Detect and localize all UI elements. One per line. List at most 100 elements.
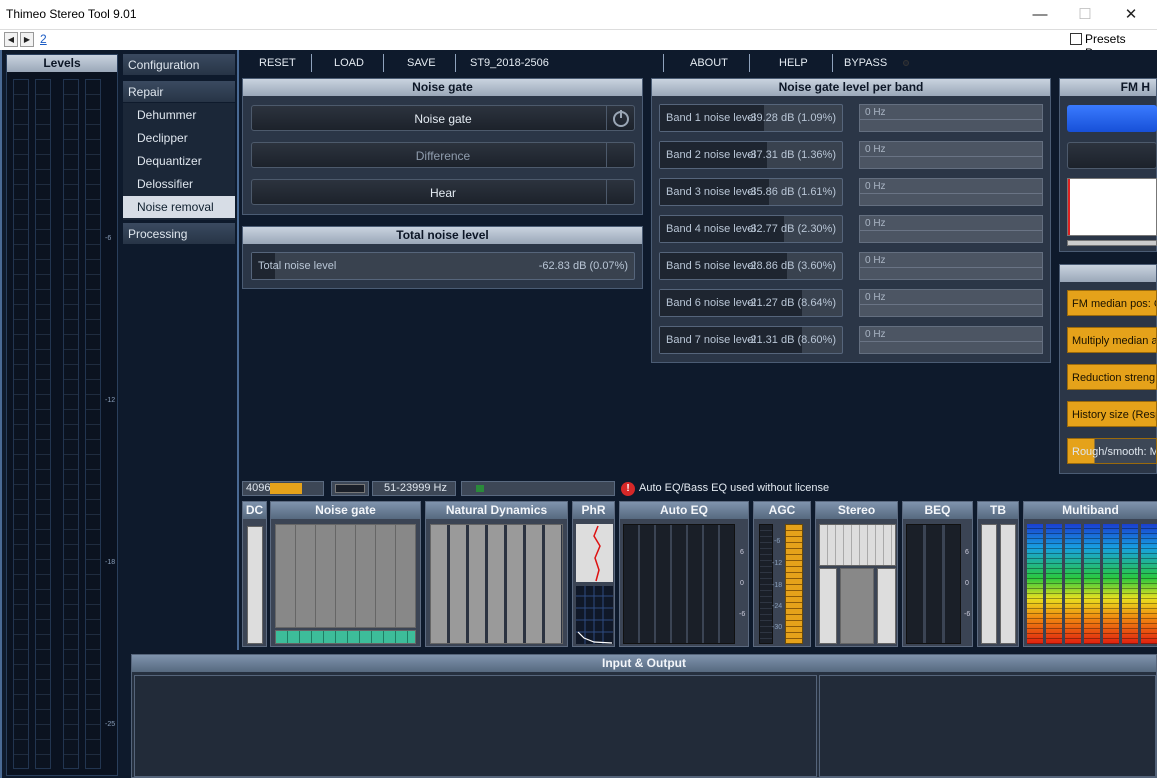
- sidebar-item-declipper[interactable]: Declipper: [123, 127, 235, 149]
- fm-median-pos-button[interactable]: FM median pos: C: [1067, 290, 1157, 316]
- band-frequency-field[interactable]: 0 Hz: [859, 326, 1043, 354]
- history-size-button[interactable]: History size (Resp: [1067, 401, 1157, 427]
- block-size-value: 4096: [246, 482, 271, 494]
- reset-button[interactable]: RESET: [259, 54, 296, 72]
- level-meter: [85, 79, 101, 769]
- agc-scale-label: -30: [772, 624, 783, 631]
- module-title: Noise gate: [271, 502, 420, 519]
- module-multiband[interactable]: Multiband: [1023, 501, 1157, 647]
- level-scale-label: -6: [105, 235, 112, 242]
- maximize-button[interactable]: ☐: [1062, 0, 1108, 30]
- phase-rotator-graph: [576, 524, 613, 644]
- band-frequency-field[interactable]: 0 Hz: [859, 141, 1043, 169]
- module-noise-gate[interactable]: Noise gate: [270, 501, 421, 647]
- level-scale-label: -18: [105, 559, 116, 566]
- multiply-median-button[interactable]: Multiply median a: [1067, 327, 1157, 353]
- band-hz: 0 Hz: [865, 292, 886, 303]
- eq-scale-label: -6: [739, 611, 746, 618]
- window-title: Thimeo Stereo Tool 9.01: [6, 7, 137, 21]
- power-icon[interactable]: [606, 106, 634, 130]
- band-noise-slider[interactable]: Band 1 noise level -39.28 dB (1.09%): [659, 104, 843, 132]
- module-beq[interactable]: BEQ 6 0 -6: [902, 501, 973, 647]
- save-button[interactable]: SAVE: [407, 54, 436, 72]
- forward-arrow-icon[interactable]: ▶: [20, 32, 34, 47]
- level-meter: [63, 79, 79, 769]
- levels-panel: Levels -6 -12 -18 -25: [6, 54, 118, 776]
- eq-scale-label: 0: [740, 580, 744, 587]
- level-scale-label: -25: [105, 721, 116, 728]
- fm-dark-button[interactable]: [1067, 142, 1157, 169]
- band-label: Band 5 noise level: [666, 260, 756, 272]
- fm-panel-title: FM H: [1060, 79, 1156, 96]
- band-noise-slider[interactable]: Band 2 noise level -37.31 dB (1.36%): [659, 141, 843, 169]
- load-button[interactable]: LOAD: [334, 54, 364, 72]
- band-noise-slider[interactable]: Band 3 noise level -35.86 dB (1.61%): [659, 178, 843, 206]
- sidebar-item-dequantizer[interactable]: Dequantizer: [123, 150, 235, 172]
- eq-scale-label: -6: [964, 611, 971, 618]
- difference-button[interactable]: Difference: [251, 142, 635, 168]
- band-label: Band 4 noise level: [666, 223, 756, 235]
- band-value: -28.86 dB (3.60%): [746, 260, 836, 272]
- module-title: PhR: [573, 502, 614, 519]
- help-button[interactable]: HELP: [779, 54, 808, 72]
- page-link[interactable]: 2: [40, 32, 47, 46]
- preset-name[interactable]: ST9_2018-2506: [470, 54, 549, 72]
- sidebar-item-configuration[interactable]: Configuration: [123, 54, 235, 76]
- sidebar-item-repair[interactable]: Repair: [123, 81, 235, 103]
- module-tb[interactable]: TB: [977, 501, 1019, 647]
- total-noise-title: Total noise level: [243, 227, 642, 244]
- close-button[interactable]: ✕: [1108, 0, 1154, 30]
- sidebar-item-noise-removal[interactable]: Noise removal: [123, 196, 235, 218]
- about-button[interactable]: ABOUT: [690, 54, 728, 72]
- module-phr[interactable]: PhR: [572, 501, 615, 647]
- reduction-strength-button[interactable]: Reduction streng: [1067, 364, 1157, 390]
- band-frequency-field[interactable]: 0 Hz: [859, 252, 1043, 280]
- band-label: Band 6 noise level: [666, 297, 756, 309]
- band-hz: 0 Hz: [865, 181, 886, 192]
- noise-gate-title: Noise gate: [243, 79, 642, 96]
- module-auto-eq[interactable]: Auto EQ 6 0 -6: [619, 501, 749, 647]
- eq-scale-label: 6: [965, 549, 969, 556]
- band-label: Band 1 noise level: [666, 112, 756, 124]
- module-natural-dynamics[interactable]: Natural Dynamics: [425, 501, 568, 647]
- agc-scale-label: -6: [774, 538, 781, 545]
- band-value: -32.77 dB (2.30%): [746, 223, 836, 235]
- band-hz: 0 Hz: [865, 107, 886, 118]
- module-dc[interactable]: DC: [242, 501, 267, 647]
- frequency-range-field[interactable]: 51-23999 Hz: [372, 481, 456, 496]
- band-frequency-field[interactable]: 0 Hz: [859, 289, 1043, 317]
- minimize-button[interactable]: —: [1017, 0, 1063, 30]
- slider-value: -62.83 dB (0.07%): [538, 260, 628, 272]
- presets-pane-checkbox[interactable]: [1070, 33, 1082, 45]
- sidebar-item-dehummer[interactable]: Dehummer: [123, 104, 235, 126]
- band-frequency-field[interactable]: 0 Hz: [859, 178, 1043, 206]
- module-stereo[interactable]: Stereo: [815, 501, 898, 647]
- band-hz: 0 Hz: [865, 255, 886, 266]
- module-agc[interactable]: AGC -6 -12 -18 -24 -30: [753, 501, 811, 647]
- band-hz: 0 Hz: [865, 144, 886, 155]
- band-noise-slider[interactable]: Band 6 noise level -21.27 dB (8.64%): [659, 289, 843, 317]
- band-noise-slider[interactable]: Band 5 noise level -28.86 dB (3.60%): [659, 252, 843, 280]
- band-frequency-field[interactable]: 0 Hz: [859, 104, 1043, 132]
- sidebar-item-delossifier[interactable]: Delossifier: [123, 173, 235, 195]
- band-value: -21.31 dB (8.60%): [746, 334, 836, 346]
- module-title: BEQ: [903, 502, 972, 519]
- band-frequency-field[interactable]: 0 Hz: [859, 215, 1043, 243]
- total-noise-slider[interactable]: Total noise level -62.83 dB (0.07%): [251, 252, 635, 280]
- bypass-button[interactable]: BYPASS: [844, 54, 887, 72]
- band-noise-slider[interactable]: Band 4 noise level -32.77 dB (2.30%): [659, 215, 843, 243]
- rough-smooth-button[interactable]: Rough/smooth: M: [1067, 438, 1157, 464]
- band-noise-slider[interactable]: Band 7 noise level -21.31 dB (8.60%): [659, 326, 843, 354]
- title-bar: Thimeo Stereo Tool 9.01 — ☐ ✕: [0, 0, 1157, 30]
- module-title: DC: [243, 502, 266, 519]
- fm-blue-button[interactable]: [1067, 105, 1157, 132]
- module-title: Stereo: [816, 502, 897, 519]
- fm-scrollbar[interactable]: [1067, 240, 1157, 246]
- block-size-field[interactable]: 4096: [242, 481, 324, 496]
- noise-gate-label: Noise gate: [414, 112, 472, 126]
- difference-label: Difference: [415, 149, 471, 163]
- sidebar-item-processing[interactable]: Processing: [123, 223, 235, 245]
- noise-gate-button[interactable]: Noise gate: [251, 105, 635, 131]
- hear-button[interactable]: Hear: [251, 179, 635, 205]
- back-arrow-icon[interactable]: ◀: [4, 32, 18, 47]
